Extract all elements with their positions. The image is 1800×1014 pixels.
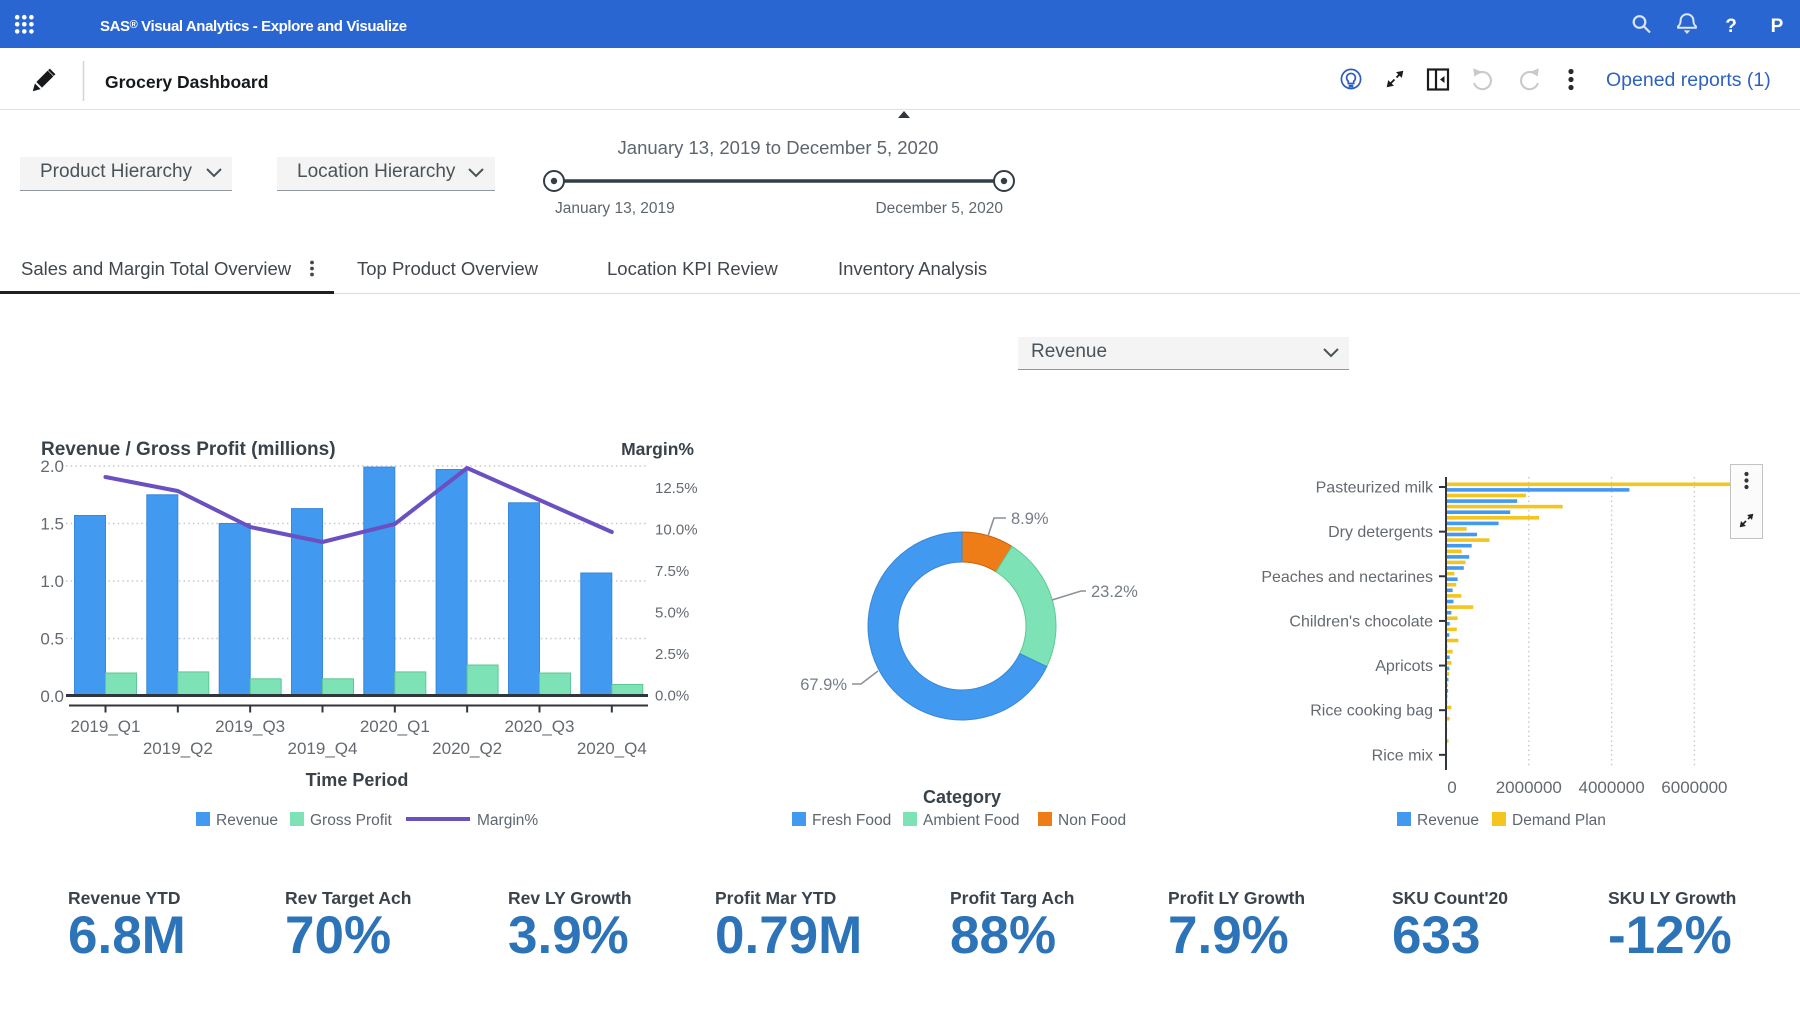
svg-text:Rice mix: Rice mix	[1372, 747, 1433, 764]
svg-text:2020_Q3: 2020_Q3	[505, 717, 575, 736]
svg-text:0.0: 0.0	[40, 687, 64, 706]
svg-text:Gross Profit: Gross Profit	[310, 812, 393, 829]
svg-text:Fresh Food: Fresh Food	[812, 812, 891, 829]
svg-text:8.9%: 8.9%	[1011, 510, 1049, 528]
svg-text:2.5%: 2.5%	[655, 646, 689, 663]
svg-text:12.5%: 12.5%	[655, 480, 698, 497]
svg-text:Rice cooking bag: Rice cooking bag	[1310, 703, 1433, 720]
svg-text:Dry detergents: Dry detergents	[1328, 524, 1433, 541]
svg-text:Apricots: Apricots	[1375, 658, 1433, 675]
svg-text:Revenue: Revenue	[1417, 812, 1479, 829]
svg-text:6000000: 6000000	[1661, 778, 1727, 797]
svg-text:Ambient Food: Ambient Food	[923, 812, 1020, 829]
svg-text:Children's chocolate: Children's chocolate	[1289, 613, 1433, 630]
svg-text:Demand Plan: Demand Plan	[1512, 812, 1606, 829]
svg-text:Category: Category	[923, 787, 1001, 807]
svg-text:2020_Q4: 2020_Q4	[577, 739, 647, 758]
svg-text:Margin%: Margin%	[477, 812, 538, 829]
svg-text:Revenue: Revenue	[216, 812, 278, 829]
svg-text:2019_Q2: 2019_Q2	[143, 739, 213, 758]
svg-text:67.9%: 67.9%	[800, 676, 847, 694]
svg-text:7.5%: 7.5%	[655, 563, 689, 580]
svg-text:2019_Q4: 2019_Q4	[288, 739, 358, 758]
svg-text:2000000: 2000000	[1496, 778, 1562, 797]
svg-text:1.5: 1.5	[40, 515, 64, 534]
svg-text:23.2%: 23.2%	[1091, 583, 1138, 601]
svg-text:2020_Q1: 2020_Q1	[360, 717, 430, 736]
svg-text:0.0%: 0.0%	[655, 688, 689, 705]
svg-text:Pasteurized milk: Pasteurized milk	[1316, 480, 1434, 497]
svg-text:Margin%: Margin%	[621, 439, 694, 459]
svg-text:1.0: 1.0	[40, 572, 64, 591]
svg-text:Peaches and nectarines: Peaches and nectarines	[1261, 569, 1433, 586]
svg-text:0.5: 0.5	[40, 630, 64, 649]
svg-text:Time Period: Time Period	[306, 770, 409, 790]
svg-text:2019_Q1: 2019_Q1	[71, 717, 141, 736]
svg-text:Non Food: Non Food	[1058, 812, 1126, 829]
svg-text:4000000: 4000000	[1579, 778, 1645, 797]
svg-text:2020_Q2: 2020_Q2	[432, 739, 502, 758]
svg-text:10.0%: 10.0%	[655, 522, 698, 539]
svg-text:Revenue / Gross Profit (millio: Revenue / Gross Profit (millions)	[41, 439, 336, 460]
svg-text:5.0%: 5.0%	[655, 605, 689, 622]
svg-text:2.0: 2.0	[40, 457, 64, 476]
svg-text:2019_Q3: 2019_Q3	[215, 717, 285, 736]
svg-text:0: 0	[1447, 778, 1456, 797]
